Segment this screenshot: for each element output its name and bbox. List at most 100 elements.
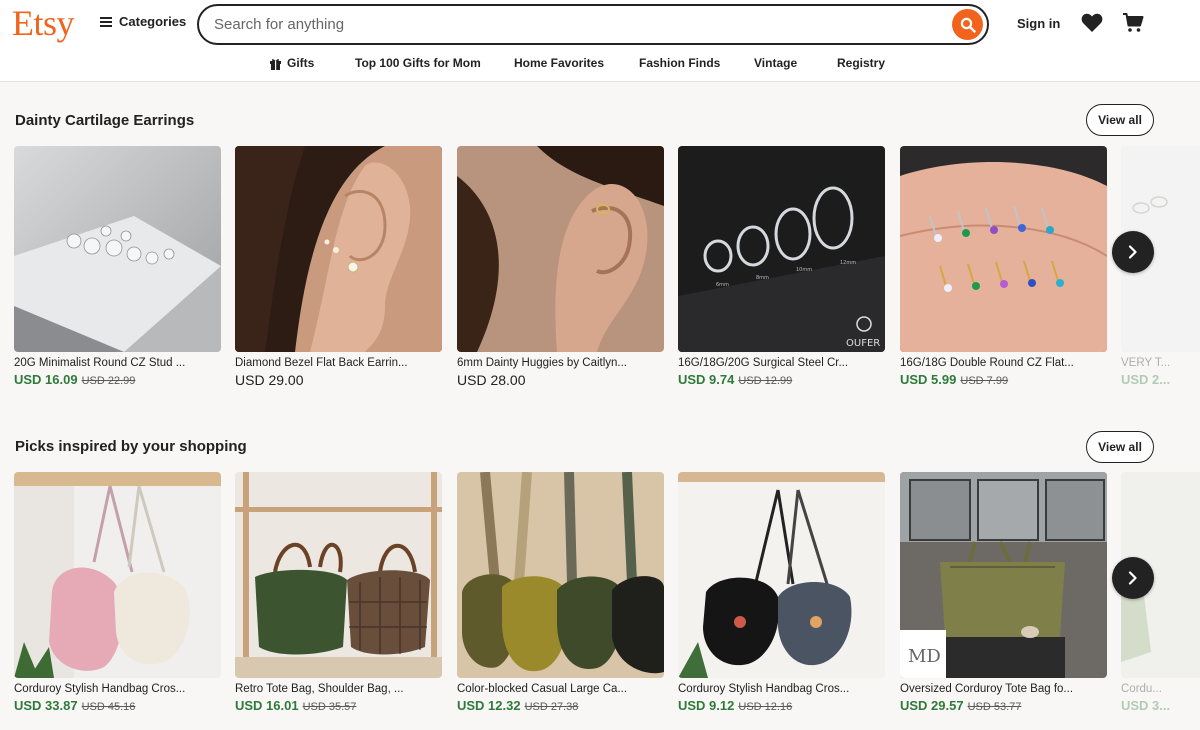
hoop-size-label: 8mm xyxy=(756,275,769,281)
brand-mark: MD xyxy=(908,646,941,667)
sale-price: USD 2... xyxy=(1121,372,1171,387)
search-bar xyxy=(197,4,989,45)
listing-price: USD 9.12 USD 12.16 xyxy=(678,698,885,713)
chevron-right-icon xyxy=(1128,571,1137,585)
sale-price: USD 33.87 xyxy=(14,698,78,713)
price: USD 28.00 xyxy=(457,372,526,388)
listing-image-black-grey-bags[interactable] xyxy=(678,472,885,678)
hoop-size-label: 6mm xyxy=(716,282,729,288)
original-price: USD 53.77 xyxy=(967,701,1022,713)
listing-card[interactable]: Retro Tote Bag, Shoulder Bag, ... USD 16… xyxy=(235,472,442,713)
sale-price: USD 9.74 xyxy=(678,372,735,387)
section-title-picks: Picks inspired by your shopping xyxy=(15,438,247,455)
listing-image-earring-studs[interactable] xyxy=(14,146,221,352)
listing-title: Corduroy Stylish Handbag Cros... xyxy=(678,683,850,695)
sale-price: USD 12.32 xyxy=(457,698,521,713)
cart-icon xyxy=(1123,13,1144,32)
carousel-next-button[interactable] xyxy=(1112,231,1154,273)
listing-card[interactable]: 20G Minimalist Round CZ Stud ... USD 16.… xyxy=(14,146,221,387)
search-input[interactable] xyxy=(214,16,914,33)
chevron-right-icon xyxy=(1128,245,1137,259)
listing-title: 20G Minimalist Round CZ Stud ... xyxy=(14,357,186,369)
listing-card[interactable]: Color-blocked Casual Large Ca... USD 12.… xyxy=(457,472,664,713)
search-icon xyxy=(960,17,976,33)
listing-card[interactable]: 6mm Dainty Huggies by Caitlyn... USD 28.… xyxy=(457,146,664,388)
favorites-button[interactable] xyxy=(1081,13,1103,38)
original-price: USD 12.16 xyxy=(738,701,793,713)
listing-image-colored-studs[interactable] xyxy=(900,146,1107,352)
listing-card[interactable]: MD Oversized Corduroy Tote Bag fo... USD… xyxy=(900,472,1107,713)
listing-title: Corduroy Stylish Handbag Cros... xyxy=(14,683,186,695)
view-all-earrings-button[interactable]: View all xyxy=(1086,104,1154,136)
sale-price: USD 9.12 xyxy=(678,698,735,713)
listing-title: Cordu... xyxy=(1121,683,1162,695)
listing-title: 16G/18G/20G Surgical Steel Cr... xyxy=(678,357,849,369)
sale-price: USD 29.57 xyxy=(900,698,964,713)
categories-button[interactable]: Categories xyxy=(100,14,186,29)
listing-price: USD 16.09 USD 22.99 xyxy=(14,372,221,387)
listing-card[interactable]: Diamond Bezel Flat Back Earrin... USD 29… xyxy=(235,146,442,388)
listing-title: Color-blocked Casual Large Ca... xyxy=(457,683,628,695)
nav-vintage[interactable]: Vintage xyxy=(754,56,797,70)
brand-watermark: OUFER xyxy=(846,338,880,349)
original-price: USD 22.99 xyxy=(81,375,136,387)
nav-registry[interactable]: Registry xyxy=(837,56,885,70)
cart-button[interactable] xyxy=(1122,12,1144,39)
listing-card[interactable]: 6mm 8mm 10mm 12mm OUFER 16G/18G/20G Surg… xyxy=(678,146,885,387)
listing-image-steel-hoops[interactable]: 6mm 8mm 10mm 12mm OUFER xyxy=(678,146,885,352)
carousel-next-button[interactable] xyxy=(1112,557,1154,599)
hoop-size-label: 10mm xyxy=(796,267,812,273)
listing-price: USD 3... xyxy=(1121,698,1200,713)
top-header: Etsy Categories Sign in xyxy=(0,0,1200,48)
listing-title: 6mm Dainty Huggies by Caitlyn... xyxy=(457,357,628,369)
original-price: USD 35.57 xyxy=(302,701,357,713)
sale-price: USD 16.01 xyxy=(235,698,299,713)
menu-icon xyxy=(100,16,112,27)
listing-price: USD 16.01 USD 35.57 xyxy=(235,698,442,713)
hoop-size-label: 12mm xyxy=(840,260,856,266)
listing-title: Retro Tote Bag, Shoulder Bag, ... xyxy=(235,683,404,695)
price: USD 29.00 xyxy=(235,372,304,388)
earrings-carousel: 20G Minimalist Round CZ Stud ... USD 16.… xyxy=(14,146,1200,406)
listing-image-green-plaid-bags[interactable] xyxy=(235,472,442,678)
nav-fashion-finds[interactable]: Fashion Finds xyxy=(639,56,720,70)
listing-image-pink-white-bags[interactable] xyxy=(14,472,221,678)
listing-image-olive-tote[interactable]: MD xyxy=(900,472,1107,678)
search-button[interactable] xyxy=(952,9,983,40)
listing-image-ear-lobe-studs[interactable] xyxy=(235,146,442,352)
listing-price: USD 2... xyxy=(1121,372,1200,387)
listing-price: USD 9.74 USD 12.99 xyxy=(678,372,885,387)
nav-gifts[interactable]: Gifts xyxy=(269,56,314,70)
picks-carousel: Corduroy Stylish Handbag Cros... USD 33.… xyxy=(14,472,1200,730)
original-price: USD 7.99 xyxy=(960,375,1009,387)
listing-card[interactable]: Corduroy Stylish Handbag Cros... USD 9.1… xyxy=(678,472,885,713)
listing-card[interactable]: 16G/18G Double Round CZ Flat... USD 5.99… xyxy=(900,146,1107,387)
listing-title: 16G/18G Double Round CZ Flat... xyxy=(900,357,1074,369)
listing-price: USD 29.57 USD 53.77 xyxy=(900,698,1107,713)
category-nav: Gifts Top 100 Gifts for Mom Home Favorit… xyxy=(0,48,1200,82)
nav-top-100-gifts[interactable]: Top 100 Gifts for Mom xyxy=(355,56,481,70)
sale-price: USD 3... xyxy=(1121,698,1171,713)
nav-home-favorites[interactable]: Home Favorites xyxy=(514,56,604,70)
section-title-earrings: Dainty Cartilage Earrings xyxy=(15,112,195,129)
listing-title: Oversized Corduroy Tote Bag fo... xyxy=(900,683,1074,695)
view-all-picks-button[interactable]: View all xyxy=(1086,431,1154,463)
original-price: USD 27.38 xyxy=(524,701,579,713)
nav-gifts-label: Gifts xyxy=(287,56,315,70)
sale-price: USD 16.09 xyxy=(14,372,78,387)
listing-image-colored-bags[interactable] xyxy=(457,472,664,678)
listing-price: USD 28.00 xyxy=(457,372,664,388)
listing-price: USD 29.00 xyxy=(235,372,442,388)
gift-icon xyxy=(270,58,281,70)
listing-title: Diamond Bezel Flat Back Earrin... xyxy=(235,357,408,369)
listing-image-ear-huggie[interactable] xyxy=(457,146,664,352)
sign-in-link[interactable]: Sign in xyxy=(1017,16,1060,31)
listing-card[interactable]: Corduroy Stylish Handbag Cros... USD 33.… xyxy=(14,472,221,713)
listing-price: USD 5.99 USD 7.99 xyxy=(900,372,1107,387)
categories-label: Categories xyxy=(119,14,187,29)
heart-icon xyxy=(1081,13,1103,33)
listing-price: USD 33.87 USD 45.16 xyxy=(14,698,221,713)
etsy-logo[interactable]: Etsy xyxy=(12,2,75,44)
listing-price: USD 12.32 USD 27.38 xyxy=(457,698,664,713)
original-price: USD 12.99 xyxy=(738,375,793,387)
